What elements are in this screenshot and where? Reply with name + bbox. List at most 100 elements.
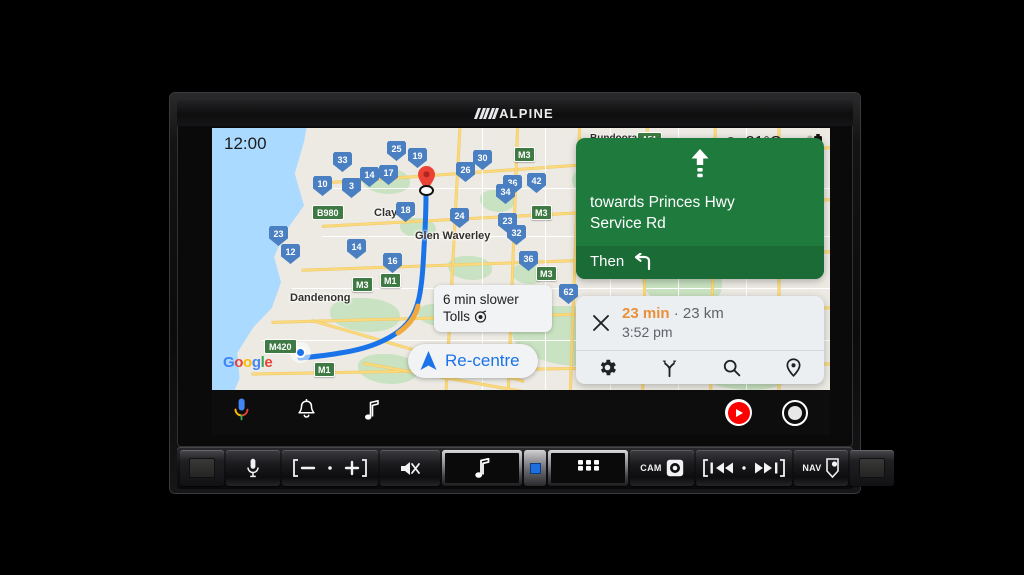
eta-separator: · [673,305,679,322]
map-motorway-shield: M1 [380,273,401,288]
brand-bar: ALPINE [177,100,853,126]
volume-minus-plus-icon [293,459,367,477]
mute-speaker-icon [401,461,420,475]
notifications-button[interactable] [297,398,316,426]
eta-arrival-time: 3:52 pm [622,324,673,340]
logo-letter: e [264,354,273,371]
nav-instruction-line1: towards Princes Hwy [590,194,735,211]
taskbar-right-group [725,390,808,435]
media-button[interactable] [364,399,380,426]
map-b-road-shield: B980 [312,205,344,220]
nav-button[interactable]: NAV [794,450,848,486]
youtube-music-button[interactable] [725,399,752,426]
toll-chip-label: Tolls [443,309,471,324]
map-place-label: Glen Waverley [415,230,491,242]
blue-square-icon [529,462,541,474]
map-motorway-shield: M3 [352,277,373,292]
volume-button[interactable] [282,450,378,486]
head-unit-device: ALPINE Clayton Glen Waverley Dandenong 2… [170,93,894,493]
blank-key-icon [859,458,885,478]
mute-button[interactable] [380,450,440,486]
music-note-icon [365,399,379,420]
map-motorway-shield: M3 [531,205,552,220]
home-button[interactable] [782,399,808,426]
navigation-arrow-icon [420,351,437,370]
eta-duration: 23 min [622,305,670,322]
youtube-music-icon [727,401,750,424]
close-navigation-button[interactable] [586,314,616,332]
nav-then-row: Then [576,246,824,279]
camera-button[interactable]: CAM [630,450,694,486]
hardware-button-strip: CAM NAV [177,447,894,489]
audio-source-button[interactable] [442,450,522,486]
apps-button[interactable] [548,450,628,486]
nav-then-label: Then [590,253,625,270]
camera-icon [666,459,683,477]
microphone-icon [247,458,259,478]
prev-next-track-icon [703,459,785,477]
logo-letter: G [223,354,235,371]
track-button[interactable] [696,450,792,486]
logo-letter: o [243,354,252,371]
left-blank-button[interactable] [180,450,224,486]
recentre-label: Re-centre [445,351,520,370]
logo-letter: o [234,354,244,371]
home-circle-icon [788,405,802,420]
nav-card-body: towards Princes Hwy Service Rd [576,138,824,246]
alpine-wordmark: ALPINE [499,105,554,121]
apps-grid-icon [551,453,625,483]
gear-icon [600,359,616,376]
vehicle-position-marker [419,185,434,196]
nav-pin-icon [825,458,839,478]
map-place-label: Dandenong [290,292,351,304]
assistant-button[interactable] [234,398,249,427]
current-location-dot [295,347,306,358]
head-unit-face: ALPINE Clayton Glen Waverley Dandenong 2… [177,100,853,447]
eta-distance: 23 km [682,305,724,322]
toll-chip-line2: Tolls [443,308,543,325]
blank-key-icon [189,458,215,478]
route-fork-icon [662,360,676,378]
taskbar-left-group [234,390,380,435]
map-motorway-shield: M3 [536,266,557,281]
lcd-screen: Bundoora Clayton Glen Waverley Dandenong… [212,128,830,435]
settings-button[interactable] [576,357,638,378]
right-blank-button[interactable] [850,450,894,486]
alpine-logo: ALPINE [474,105,554,121]
eta-duration-distance: 23 min · 23 km [622,304,724,323]
toll-coin-icon [474,310,487,323]
eta-card[interactable]: 23 min · 23 km 3:52 pm [576,296,824,384]
eta-text-group: 23 min · 23 km 3:52 pm [616,304,724,341]
alternate-routes-button[interactable] [638,357,700,378]
turn-left-arrow-icon [635,253,651,270]
close-x-icon [593,314,609,331]
power-indicator[interactable] [524,450,546,486]
search-icon [723,359,740,377]
google-logo: Google [223,354,273,371]
music-note-lcd-icon [445,453,519,483]
logo-letter: g [251,354,261,371]
android-auto-taskbar [212,390,830,435]
map-b-road-shield: M420 [264,339,297,354]
screenshot-root: ALPINE Clayton Glen Waverley Dandenong 2… [0,0,1024,575]
navigation-instruction-card[interactable]: towards Princes Hwy Service Rd Then [576,138,824,279]
status-clock: 12:00 [224,134,267,153]
continue-straight-arrow-icon [590,148,810,182]
eta-action-row [576,350,824,384]
eta-summary: 23 min · 23 km 3:52 pm [576,296,824,350]
map-motorway-shield: M1 [314,362,335,377]
search-button[interactable] [700,357,762,378]
map-motorway-shield: M3 [514,147,535,162]
map-view[interactable]: Bundoora Clayton Glen Waverley Dandenong… [212,128,830,390]
camera-button-label: CAM [640,463,662,473]
location-pin-icon [785,358,801,378]
recentre-button[interactable]: Re-centre [408,344,538,378]
nav-button-label: NAV [802,463,822,473]
voice-button[interactable] [226,450,280,486]
toll-chip-line1: 6 min slower [443,292,519,307]
nav-instruction-line2: Service Rd [590,215,666,232]
google-assistant-mic-icon [234,398,249,421]
toll-alternative-chip[interactable]: 6 min slower Tolls [434,285,552,332]
bell-icon [298,398,315,418]
destination-button[interactable] [762,357,824,378]
